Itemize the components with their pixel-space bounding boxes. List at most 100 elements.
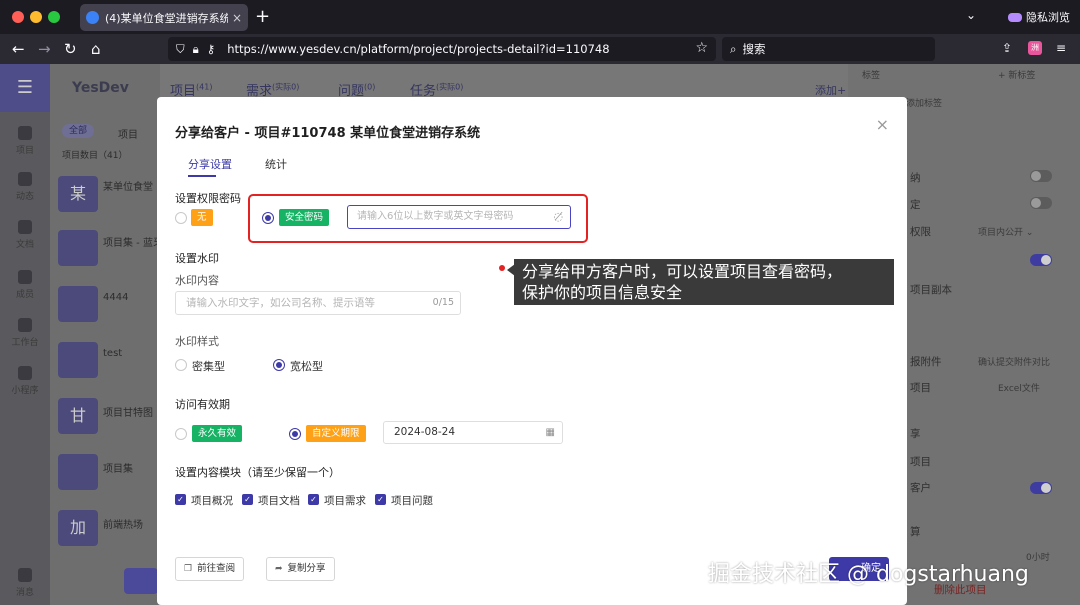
rp-visibility-select[interactable]: 项目内公开 ⌄ — [978, 225, 1033, 238]
extension-icon[interactable]: 洲 — [1028, 41, 1042, 55]
bg-new-project-button[interactable] — [124, 568, 158, 594]
watermark-section-label: 设置水印 — [175, 252, 219, 265]
tab-share-settings[interactable]: 分享设置 — [188, 156, 232, 172]
rail-item-workbench[interactable]: 工作台 — [0, 318, 50, 348]
bg-filter-project-chip[interactable]: 项目 — [118, 126, 138, 141]
share-icon[interactable]: ⇪ — [1002, 41, 1016, 55]
tab-statistics[interactable]: 统计 — [265, 156, 287, 172]
rail-item-miniapp[interactable]: 小程序 — [0, 366, 50, 396]
eye-slash-icon[interactable]: ◌̸ — [553, 206, 563, 228]
bg-project-label[interactable]: 项目集 - 蓝牙 — [103, 234, 163, 249]
bg-add-button[interactable]: 添加+ — [815, 82, 846, 98]
bg-project-avatar[interactable] — [58, 286, 98, 322]
validity-forever-radio[interactable] — [175, 428, 187, 440]
browser-tab-bar: (4)某单位食堂进销存系统 - 项目# × + ⌄ 隐私浏览 — [0, 0, 1080, 34]
module-label-issues[interactable]: 项目问题 — [391, 493, 433, 508]
module-checkbox-overview[interactable]: ✓ — [175, 494, 186, 505]
bg-project-label[interactable]: 前端热场 — [103, 516, 143, 531]
home-icon[interactable]: ⌂ — [91, 40, 101, 58]
view-share-button[interactable]: ❐ 前往查阅 — [175, 557, 245, 581]
module-label-requirements[interactable]: 项目需求 — [324, 493, 366, 508]
password-secure-tag[interactable]: 安全密码 — [279, 209, 330, 226]
module-label-docs[interactable]: 项目文档 — [258, 493, 300, 508]
bg-project-avatar[interactable] — [58, 454, 98, 490]
url-bar[interactable]: ⛉ 🔒︎ ⚷ https://www.yesdev.cn/platform/pr… — [168, 37, 716, 61]
maximize-window-button[interactable] — [48, 11, 60, 23]
rp-toggle[interactable] — [1030, 170, 1052, 182]
forward-arrow-icon[interactable]: → — [38, 40, 51, 58]
bg-project-label[interactable]: 4444 — [103, 292, 128, 303]
watermark-dense-label[interactable]: 密集型 — [192, 358, 225, 374]
rp-excel-label[interactable]: Excel文件 — [998, 381, 1040, 394]
calendar-icon[interactable]: ▦ — [546, 422, 555, 443]
rp-item: 享 — [910, 428, 921, 440]
watermark-content-input[interactable]: 请输入水印文字，如公司名称、提示语等 0/15 — [175, 291, 461, 315]
rp-item: 算 — [910, 526, 921, 538]
rail-item-members[interactable]: 成员 — [0, 270, 50, 300]
external-link-icon: ❐ — [184, 564, 193, 574]
bg-project-label[interactable]: 某单位食堂 — [103, 178, 153, 193]
browser-nav-bar: ← → ↻ ⌂ ⛉ 🔒︎ ⚷ https://www.yesdev.cn/pla… — [0, 34, 1080, 64]
copy-share-button[interactable]: ➦ 复制分享 — [266, 557, 335, 581]
watermark-loose-label[interactable]: 宽松型 — [290, 358, 323, 374]
bg-project-label[interactable]: 项目甘特图 — [103, 404, 153, 419]
password-none-radio[interactable] — [175, 212, 187, 224]
bg-project-avatar[interactable]: 甘 — [58, 398, 98, 434]
bg-project-label[interactable]: 项目集 — [103, 460, 133, 475]
lock-icon[interactable]: 🔒︎ — [193, 42, 199, 57]
bg-filter-all-chip[interactable]: 全部 — [62, 124, 94, 138]
validity-date-input[interactable]: 2024-08-24 ▦ — [383, 421, 563, 444]
password-none-tag[interactable]: 无 — [191, 209, 213, 226]
modules-section-label: 设置内容模块（请至少保留一个） — [175, 466, 340, 479]
minimize-window-button[interactable] — [30, 11, 42, 23]
watermark-dense-radio[interactable] — [175, 359, 187, 371]
validity-custom-radio[interactable] — [289, 428, 301, 440]
menu-icon[interactable]: ≡ — [1056, 41, 1070, 55]
rail-item-message[interactable]: 消息 — [0, 568, 50, 598]
watermark-char-counter: 0/15 — [432, 297, 454, 308]
validity-custom-tag[interactable]: 自定义期限 — [306, 425, 366, 442]
validity-date-value: 2024-08-24 — [394, 426, 456, 438]
rp-toggle[interactable] — [1030, 482, 1052, 494]
bookmark-star-icon[interactable]: ☆ — [695, 40, 708, 56]
close-window-button[interactable] — [12, 11, 24, 23]
new-tab-button[interactable]: + — [255, 6, 270, 27]
tab-list-chevron-icon[interactable]: ⌄ — [966, 8, 976, 22]
rp-time-label: 0小时 — [1026, 553, 1050, 563]
bg-project-avatar[interactable] — [58, 342, 98, 378]
validity-forever-tag[interactable]: 永久有效 — [192, 425, 243, 442]
rp-new-tag-button[interactable]: + 新标签 — [998, 68, 1035, 81]
bg-project-avatar[interactable]: 某 — [58, 176, 98, 212]
key-icon[interactable]: ⚷ — [207, 42, 215, 56]
reload-icon[interactable]: ↻ — [64, 40, 77, 58]
rp-item: 纳 — [910, 172, 921, 184]
rp-attach-hint: 确认提交附件对比 — [978, 358, 1051, 368]
view-share-label: 前往查阅 — [197, 563, 236, 574]
rail-item-activity[interactable]: 动态 — [0, 172, 50, 202]
password-placeholder: 请输入6位以上数字或英文字母密码 — [357, 211, 514, 222]
module-label-overview[interactable]: 项目概况 — [191, 493, 233, 508]
close-icon[interactable]: × — [876, 115, 889, 134]
tab-close-icon[interactable]: × — [232, 11, 242, 25]
bg-project-label[interactable]: test — [103, 348, 122, 359]
password-secure-radio[interactable] — [262, 212, 274, 224]
watermark-loose-radio[interactable] — [273, 359, 285, 371]
password-input[interactable]: 请输入6位以上数字或英文字母密码 ◌̸ — [347, 205, 571, 229]
url-text[interactable]: https://www.yesdev.cn/platform/project/p… — [227, 42, 609, 56]
rp-toggle[interactable] — [1030, 197, 1052, 209]
rail-item-project[interactable]: 项目 — [0, 126, 50, 156]
module-checkbox-issues[interactable]: ✓ — [375, 494, 386, 505]
shield-icon[interactable]: ⛉ — [176, 42, 185, 57]
search-bar[interactable]: ⌕ 搜索 — [722, 37, 935, 61]
bg-project-avatar[interactable] — [58, 230, 98, 266]
rail-item-docs[interactable]: 文档 — [0, 220, 50, 250]
module-checkbox-docs[interactable]: ✓ — [242, 494, 253, 505]
module-checkbox-requirements[interactable]: ✓ — [308, 494, 319, 505]
rail-menu-icon[interactable]: ☰ — [0, 64, 50, 112]
bg-project-avatar[interactable]: 加 — [58, 510, 98, 546]
browser-tab[interactable]: (4)某单位食堂进销存系统 - 项目# × — [80, 4, 248, 31]
back-arrow-icon[interactable]: ← — [12, 40, 25, 58]
modal-title: 分享给客户 - 项目#110748 某单位食堂进销存系统 — [175, 126, 481, 141]
rp-item: 项目 — [910, 456, 931, 468]
rp-toggle[interactable] — [1030, 254, 1052, 266]
